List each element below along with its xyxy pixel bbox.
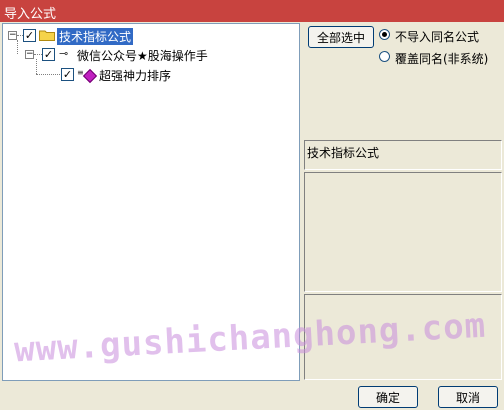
option-skip-duplicates-label: 不导入同名公式 <box>395 30 480 44</box>
tree-line-child-v <box>36 59 37 74</box>
tree-child-label[interactable]: 微信公众号★股海操作手 <box>77 47 208 64</box>
tree-line-root-v <box>17 40 18 54</box>
cancel-button[interactable]: 取消 <box>438 386 498 408</box>
leaf-checkbox[interactable]: ✓ <box>61 68 74 81</box>
preview-panel <box>304 294 502 380</box>
root-checkbox[interactable]: ✓ <box>23 29 36 42</box>
folder-icon <box>39 30 55 41</box>
tree-leaf-label[interactable]: 超强神力排序 <box>99 67 171 84</box>
child-checkbox[interactable]: ✓ <box>42 48 55 61</box>
radio-skip-duplicates[interactable] <box>379 29 390 40</box>
description-panel <box>304 172 502 292</box>
window-title: 导入公式 <box>4 7 57 22</box>
title-bar: 导入公式 <box>0 0 504 22</box>
tree-line-leaf-h <box>36 74 62 75</box>
radio-overwrite[interactable] <box>379 51 390 62</box>
option-overwrite-label: 覆盖同名(非系统) <box>395 52 489 66</box>
category-label: 技术指标公式 <box>307 146 380 160</box>
select-all-button[interactable]: 全部选中 <box>308 26 374 48</box>
root-collapse-toggle[interactable]: − <box>8 31 17 40</box>
link-icon: ⊸ <box>59 47 69 60</box>
child-collapse-toggle[interactable]: − <box>25 50 34 59</box>
ok-button[interactable]: 确定 <box>358 386 418 408</box>
diamond-icon <box>82 68 98 84</box>
formula-tree[interactable]: − ✓ 技术指标公式 − ✓ ⊸ 微信公众号★股海操作手 ✓ ≡ 超强神力排序 <box>2 23 300 381</box>
category-label-panel: 技术指标公式 <box>304 140 502 170</box>
tree-root-label[interactable]: 技术指标公式 <box>57 28 134 45</box>
